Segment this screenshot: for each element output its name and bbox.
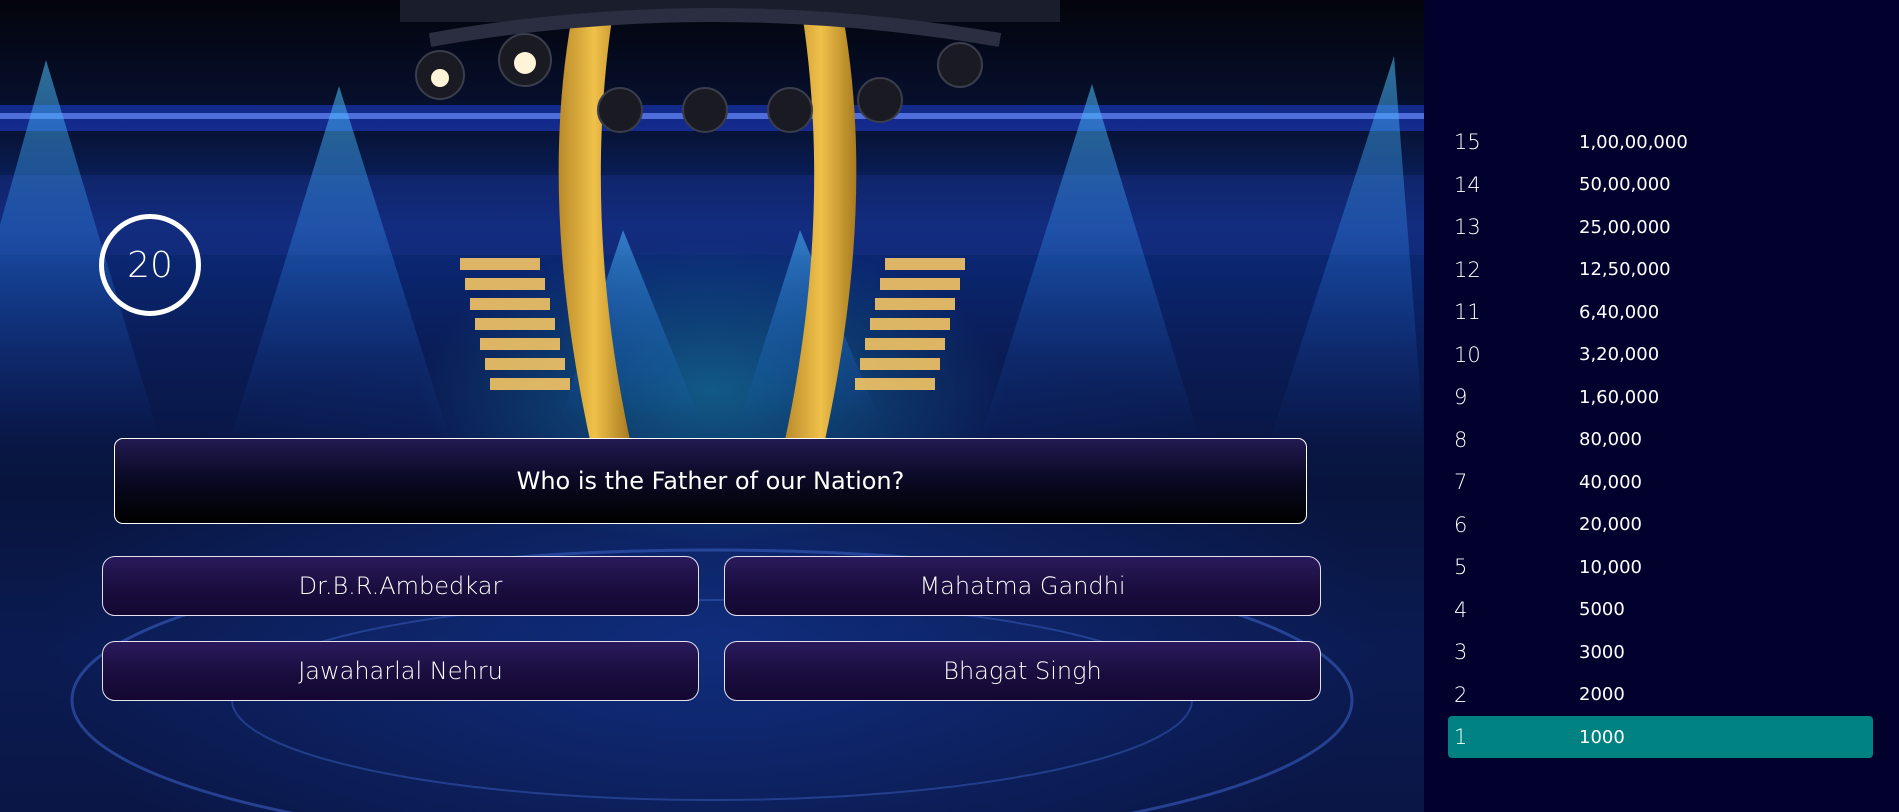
- ladder-row: 8 80,000: [1448, 419, 1873, 461]
- ladder-amount: 20,000: [1579, 514, 1642, 535]
- answer-option-c[interactable]: Jawaharlal Nehru: [102, 641, 699, 701]
- timer-value: 20: [127, 244, 173, 286]
- ladder-level: 9: [1454, 385, 1468, 409]
- ladder-level: 6: [1454, 512, 1468, 537]
- ladder-row: 9 1,60,000: [1448, 376, 1873, 418]
- ladder-amount: 50,00,000: [1579, 174, 1671, 195]
- ladder-row: 7 40,000: [1448, 461, 1873, 503]
- ladder-level: 7: [1454, 470, 1468, 494]
- question-text: Who is the Father of our Nation?: [516, 467, 905, 495]
- ladder-row: 12 12,50,000: [1448, 249, 1873, 291]
- ladder-row: 11 6,40,000: [1448, 291, 1873, 333]
- ladder-level: 3: [1454, 640, 1468, 664]
- ladder-row: 15 1,00,00,000: [1448, 121, 1873, 163]
- answer-option-d-label: Bhagat Singh: [943, 657, 1102, 685]
- ladder-row: 4 5000: [1448, 589, 1873, 631]
- ladder-row: 5 10,000: [1448, 546, 1873, 588]
- ladder-level: 14: [1454, 172, 1481, 197]
- ladder-amount: 12,50,000: [1579, 259, 1671, 280]
- ladder-amount: 1,60,000: [1579, 386, 1660, 408]
- ladder-row: 13 25,00,000: [1448, 206, 1873, 248]
- ladder-level: 11: [1454, 300, 1481, 324]
- ladder-amount: 2000: [1579, 684, 1625, 705]
- answer-option-b[interactable]: Mahatma Gandhi: [724, 556, 1321, 616]
- ladder-level: 13: [1454, 215, 1481, 239]
- ladder-row: 3 3000: [1448, 631, 1873, 673]
- ladder-level: 8: [1454, 427, 1468, 452]
- ladder-amount: 25,00,000: [1579, 216, 1671, 238]
- answer-option-c-label: Jawaharlal Nehru: [298, 657, 503, 685]
- ladder-amount: 80,000: [1579, 429, 1642, 450]
- ladder-amount: 1,00,00,000: [1579, 131, 1688, 153]
- ladder-row: 6 20,000: [1448, 504, 1873, 546]
- ladder-level: 1: [1454, 725, 1468, 749]
- answer-option-a[interactable]: Dr.B.R.Ambedkar: [102, 556, 699, 616]
- answer-option-b-label: Mahatma Gandhi: [919, 572, 1126, 600]
- ladder-level: 15: [1454, 130, 1481, 154]
- ladder-row-current: 1 1000: [1448, 716, 1873, 758]
- ladder-row: 14 50,00,000: [1448, 164, 1873, 206]
- ladder-row: 10 3,20,000: [1448, 334, 1873, 376]
- question-box: Who is the Father of our Nation?: [114, 438, 1307, 524]
- ladder-row: 2 2000: [1448, 674, 1873, 716]
- ladder-amount: 10,000: [1579, 556, 1642, 578]
- answer-option-d[interactable]: Bhagat Singh: [724, 641, 1321, 701]
- ladder-amount: 6,40,000: [1579, 301, 1660, 323]
- prize-ladder: 15 1,00,00,000 14 50,00,000 13 25,00,000 12…: [1424, 0, 1899, 812]
- ladder-amount: 40,000: [1579, 471, 1642, 493]
- ladder-level: 2: [1454, 682, 1468, 707]
- ladder-amount: 3000: [1579, 641, 1625, 663]
- ladder-level: 4: [1454, 597, 1468, 622]
- answer-option-a-label: Dr.B.R.Ambedkar: [298, 572, 503, 600]
- ladder-amount: 1000: [1579, 726, 1625, 748]
- countdown-timer: 20: [99, 214, 201, 316]
- ladder-level: 12: [1454, 257, 1481, 282]
- game-stage: 20 Who is the Father of our Nation? Dr.B…: [0, 0, 1424, 812]
- ladder-level: 5: [1454, 555, 1468, 579]
- ladder-level: 10: [1454, 342, 1481, 367]
- ladder-amount: 3,20,000: [1579, 344, 1660, 365]
- ladder-amount: 5000: [1579, 599, 1625, 620]
